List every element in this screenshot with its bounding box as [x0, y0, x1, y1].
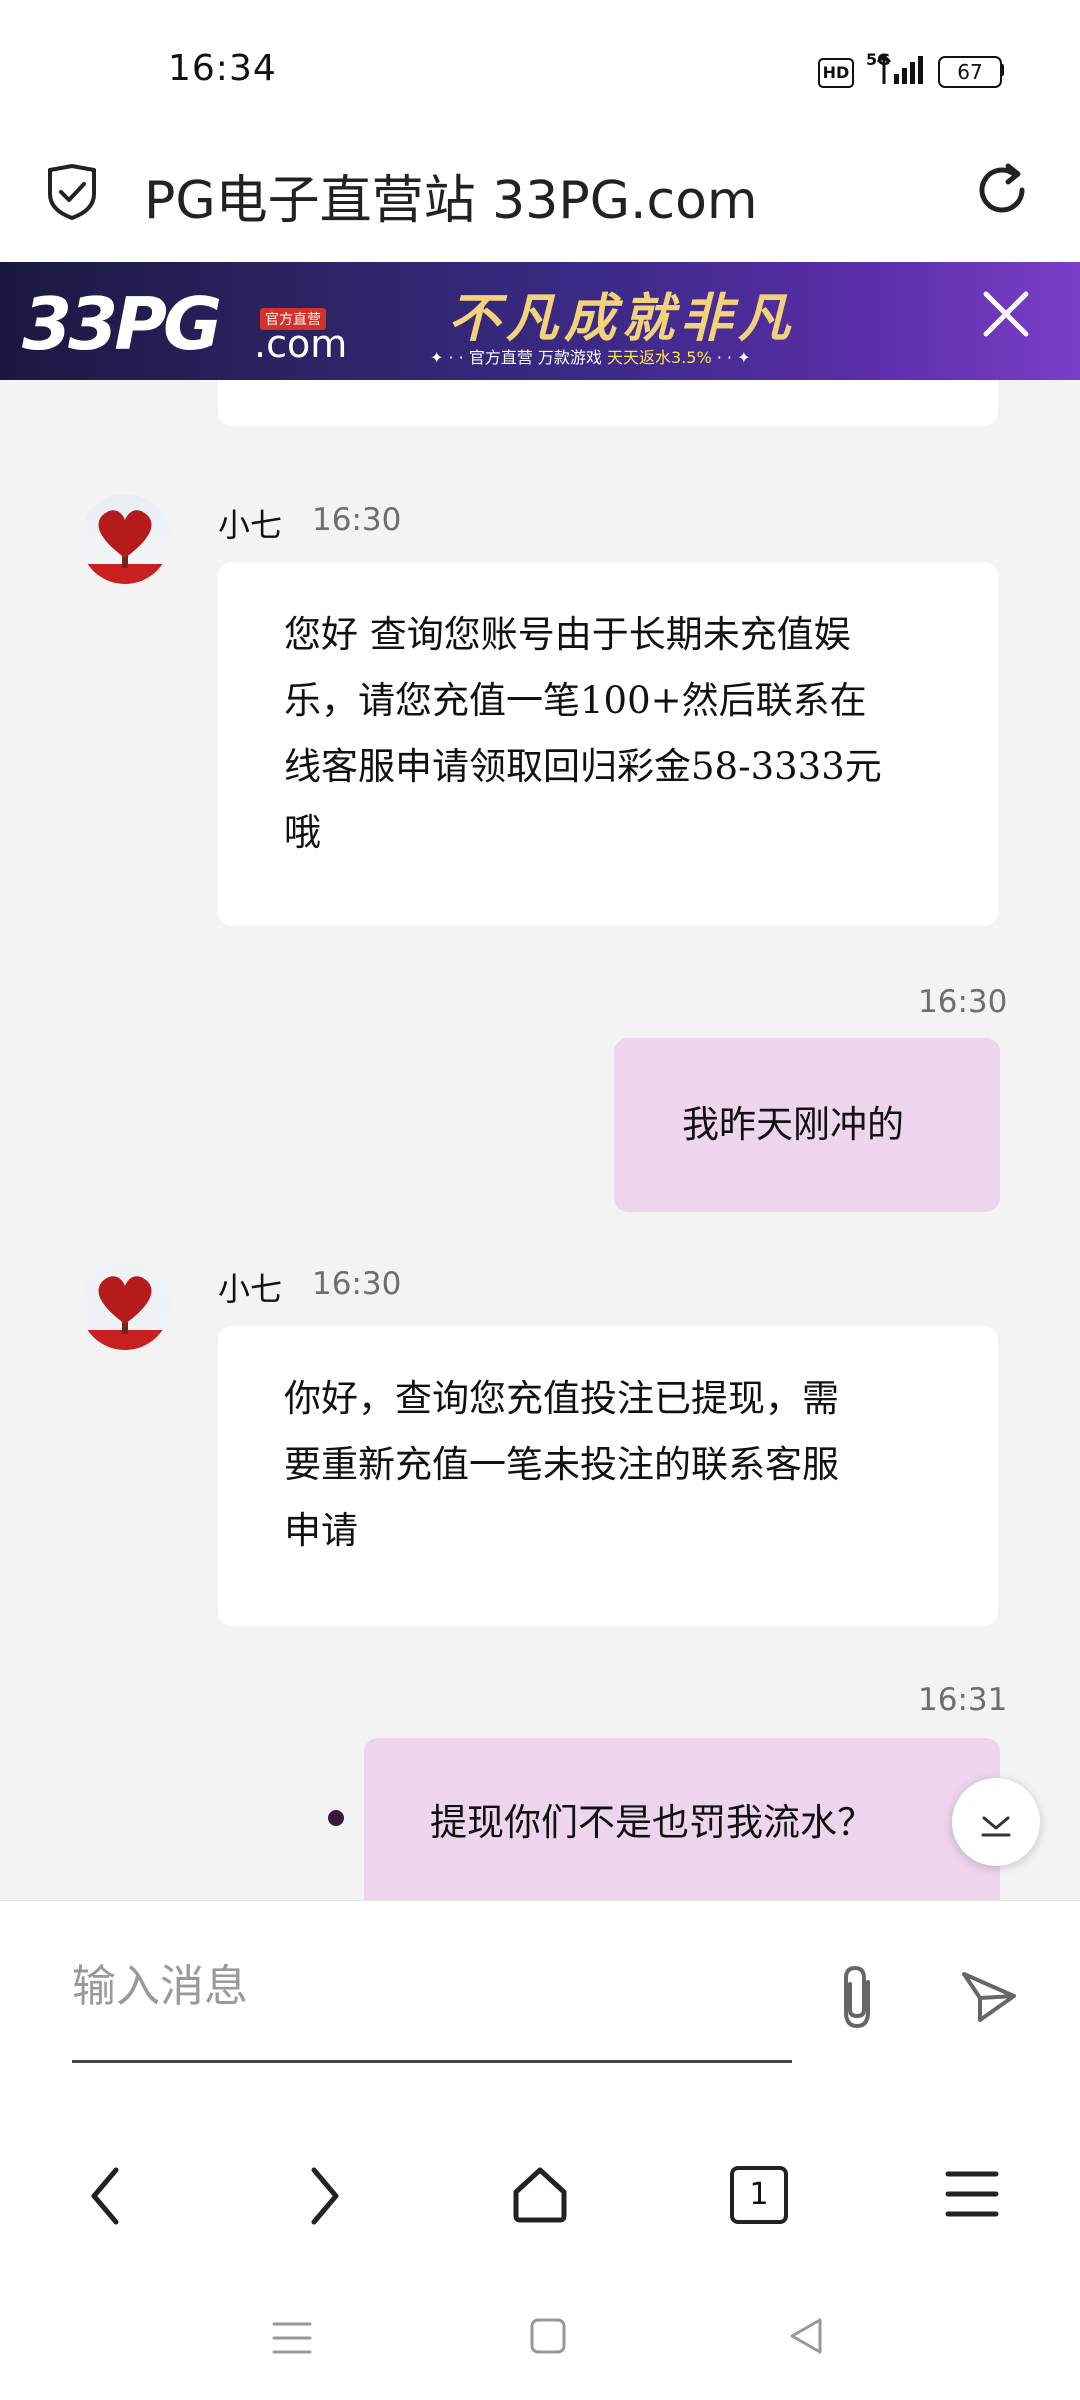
banner-subtitle-highlight: 天天返水3.5%	[607, 348, 712, 367]
message-line: 您好 查询您账号由于长期未充值娱	[284, 613, 851, 656]
message-line: 你好，查询您充值投注已提现，需	[284, 1377, 839, 1420]
heart-tree-avatar-icon	[80, 1260, 170, 1350]
home-icon[interactable]	[508, 2162, 572, 2226]
message-bubble-incoming[interactable]: 你好，查询您充值投注已提现，需 要重新充值一笔未投注的联系客服 申请	[218, 1326, 998, 1626]
close-icon[interactable]	[978, 286, 1034, 342]
message-line: 线客服申请领取回归彩金58-3333元	[284, 745, 882, 788]
status-time: 16:34	[168, 48, 277, 89]
paperclip-icon[interactable]	[830, 1962, 886, 2034]
back-icon[interactable]	[86, 2164, 126, 2228]
message-bubble-outgoing[interactable]: 我昨天刚冲的	[614, 1038, 1000, 1212]
message-line: 申请	[284, 1509, 358, 1552]
message-time: 16:30	[312, 1266, 402, 1302]
sender-name: 小七	[218, 1270, 283, 1308]
message-line: 要重新充值一笔未投注的联系客服	[284, 1443, 839, 1486]
battery-indicator: 67	[938, 56, 1002, 88]
sender-name: 小七	[218, 506, 283, 544]
recents-icon[interactable]	[270, 2318, 314, 2358]
battery-tip	[1000, 64, 1004, 76]
message-time: 16:30	[918, 984, 1008, 1020]
banner-headline: 不凡成就非凡	[448, 288, 797, 349]
reload-icon[interactable]	[974, 160, 1034, 220]
page-title[interactable]: PG电子直营站 33PG.com	[144, 158, 758, 233]
banner-subtitle-suffix: · · ✦	[711, 348, 751, 367]
message-bubble-outgoing[interactable]: 提现你们不是也罚我流水？	[364, 1738, 1000, 1900]
message-time: 16:30	[312, 502, 402, 538]
banner-logo: 33PG	[22, 282, 222, 366]
forward-icon[interactable]	[304, 2164, 344, 2228]
back-triangle-icon[interactable]	[784, 2314, 828, 2358]
avatar	[80, 494, 170, 584]
chat-area[interactable]: 小七 16:30 您好 查询您账号由于长期未充值娱 乐，请您充值一笔100+然后…	[0, 380, 1080, 1900]
banner-subtitle-prefix: ✦ · · 官方直营 万款游戏	[430, 348, 608, 367]
banner-logo-domain: .com	[254, 322, 348, 366]
message-bubble-incoming[interactable]: 您好 查询您账号由于长期未充值娱 乐，请您充值一笔100+然后联系在 线客服申请…	[218, 562, 998, 926]
tabs-button[interactable]: 1	[730, 2166, 788, 2224]
message-text: 提现你们不是也罚我流水？	[430, 1801, 874, 1844]
avatar	[80, 1260, 170, 1350]
chevron-down-icon	[981, 1816, 1011, 1837]
message-bubble-previous	[218, 380, 998, 426]
message-line: 乐，请您充值一笔100+然后联系在	[284, 679, 867, 722]
input-underline	[72, 2060, 792, 2063]
shield-check-icon[interactable]	[44, 162, 100, 222]
hd-badge: HD	[818, 58, 854, 88]
unread-dot-icon	[328, 1810, 344, 1826]
home-square-icon[interactable]	[528, 2316, 568, 2356]
message-text: 我昨天刚冲的	[682, 1103, 904, 1146]
message-input[interactable]	[72, 1956, 792, 2016]
message-line: 哦	[284, 811, 321, 854]
message-time: 16:31	[918, 1682, 1008, 1718]
banner-subtitle: ✦ · · 官方直营 万款游戏 天天返水3.5% · · ✦	[430, 344, 751, 368]
send-icon[interactable]	[958, 1966, 1020, 2028]
scroll-to-bottom-button[interactable]	[952, 1778, 1040, 1866]
menu-icon[interactable]	[944, 2166, 1000, 2222]
signal-icon	[876, 54, 923, 84]
heart-tree-avatar-icon	[80, 494, 170, 584]
